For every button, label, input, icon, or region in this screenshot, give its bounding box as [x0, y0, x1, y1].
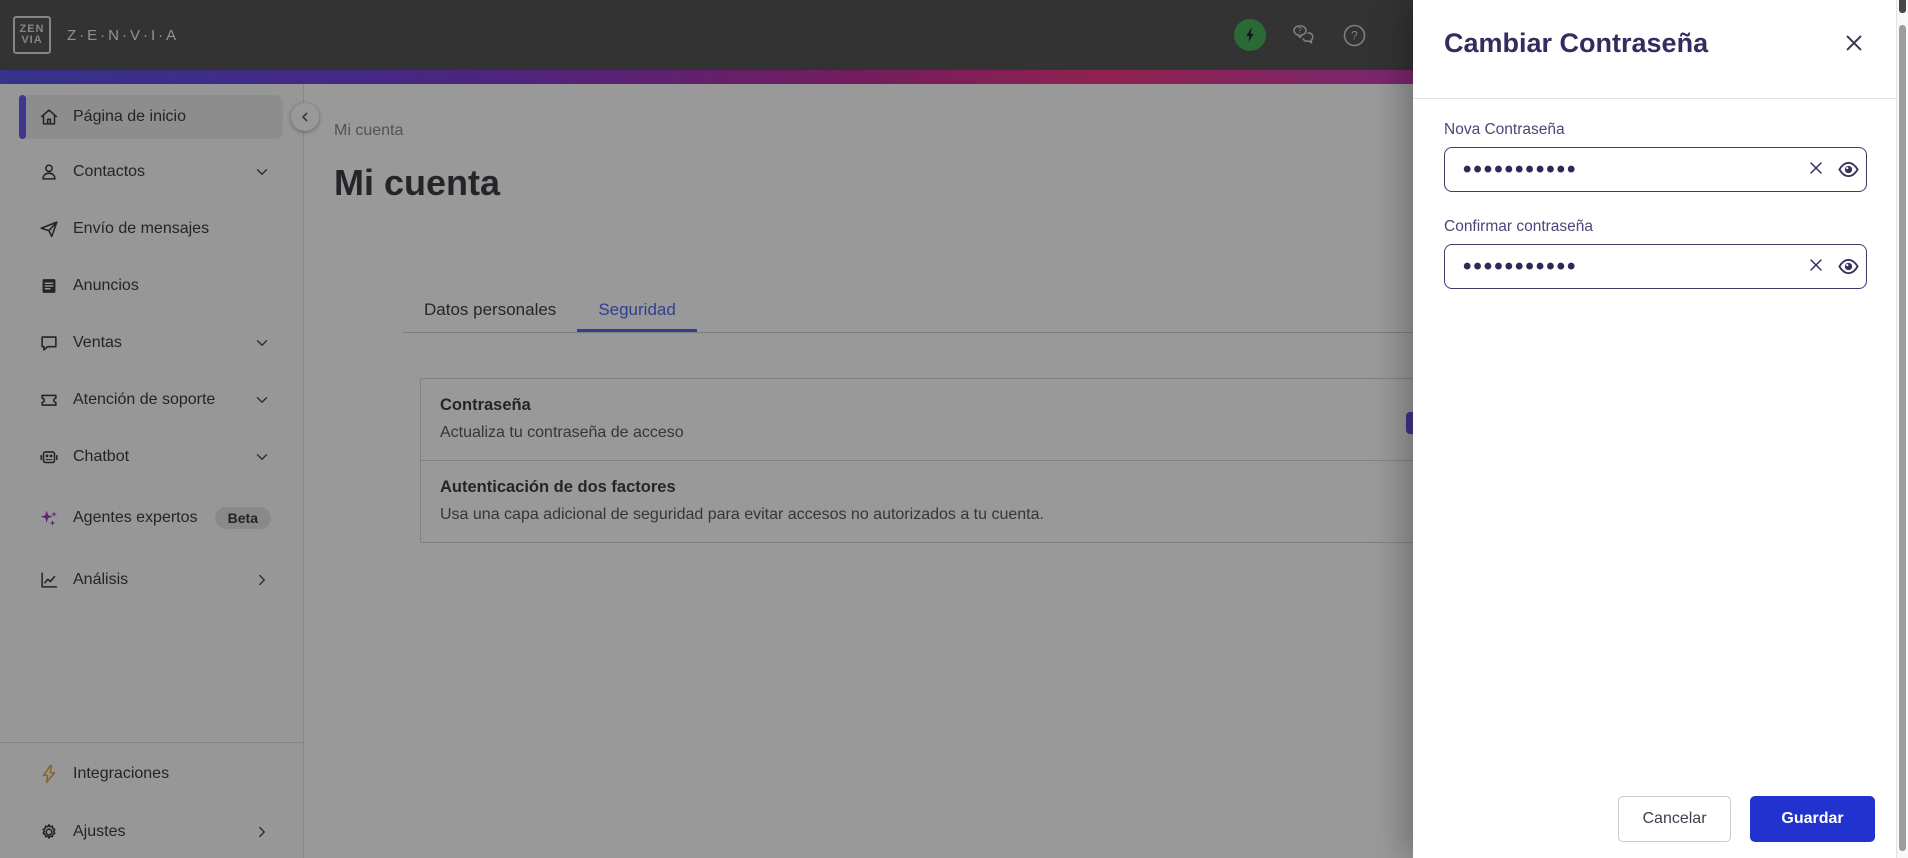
clear-input-button[interactable] [1804, 158, 1827, 181]
confirm-password-input-wrap [1444, 244, 1867, 289]
show-password-icon [1838, 258, 1859, 275]
save-button[interactable]: Guardar [1750, 796, 1875, 842]
clear-input-icon [1809, 162, 1822, 174]
scrollbar-thumb[interactable] [1899, 25, 1906, 851]
drawer-footer: Cancelar Guardar [1618, 796, 1875, 842]
show-password-icon [1838, 161, 1859, 178]
close-button[interactable] [1842, 32, 1866, 56]
drawer-title: Cambiar Contraseña [1444, 28, 1709, 58]
drawer-body: Nova Contraseña Confirmar contraseña [1413, 121, 1896, 289]
change-password-drawer: Cambiar Contraseña Nova Contraseña Confi… [1413, 0, 1896, 858]
close-icon [1846, 35, 1862, 51]
new-password-label: Nova Contraseña [1444, 121, 1565, 138]
app-root: ZEN VIA Z·E·N·V·I·A ? ? Página de inicio [0, 0, 1908, 858]
clear-input-button[interactable] [1804, 255, 1827, 278]
scrollbar-top-notch [1899, 0, 1906, 13]
confirm-password-label: Confirmar contraseña [1444, 218, 1594, 235]
show-password-button[interactable] [1837, 158, 1860, 181]
new-password-input-wrap [1444, 147, 1867, 192]
clear-input-icon [1809, 259, 1822, 271]
cancel-button[interactable]: Cancelar [1618, 796, 1731, 842]
drawer-header: Cambiar Contraseña [1413, 0, 1896, 99]
page-scrollbar[interactable] [1896, 0, 1908, 858]
show-password-button[interactable] [1837, 255, 1860, 278]
